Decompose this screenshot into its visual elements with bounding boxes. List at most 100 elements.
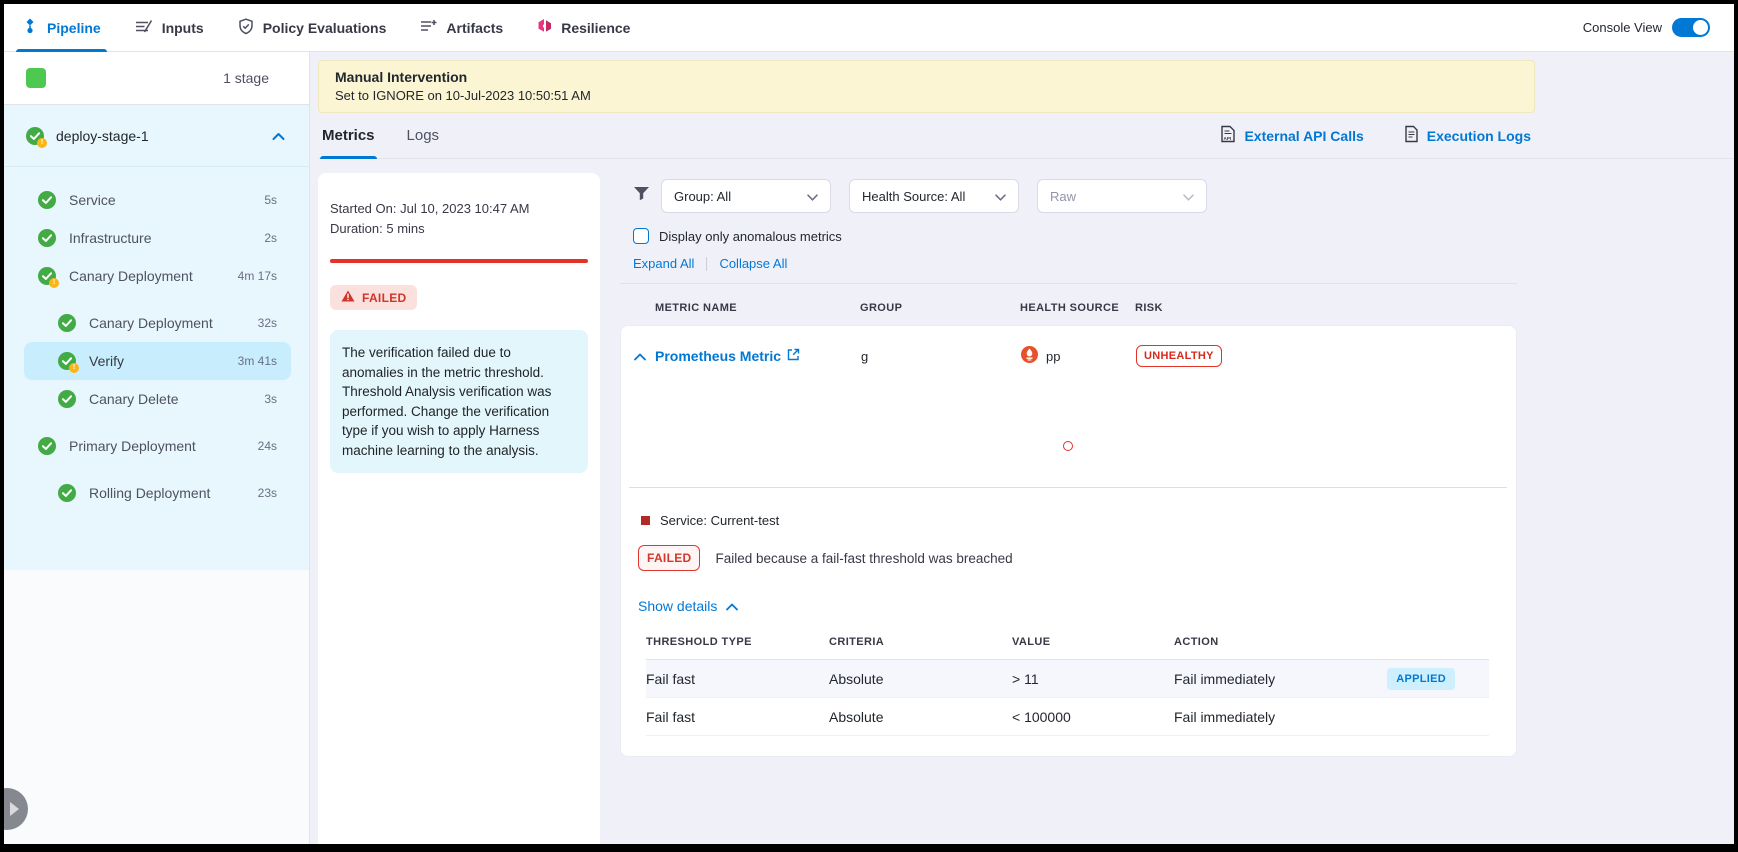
group-filter-dropdown[interactable]: Group: All (661, 179, 831, 213)
legend-label: Service: Current-test (660, 513, 779, 528)
step-list-item[interactable]: ! Infrastructure 2s (24, 219, 291, 257)
step-duration: 5s (264, 193, 291, 207)
console-view-label: Console View (1583, 20, 1662, 35)
stage-header[interactable]: ! deploy-stage-1 (4, 105, 309, 167)
chevron-down-icon (1183, 189, 1194, 204)
anomalous-filter-row: Display only anomalous metrics (620, 228, 1535, 244)
anomalous-metrics-checkbox[interactable] (633, 228, 649, 244)
chart-legend: Service: Current-test (621, 513, 1516, 528)
chevron-down-icon (807, 189, 818, 204)
prometheus-icon (1021, 346, 1038, 366)
collapse-all-link[interactable]: Collapse All (719, 256, 787, 271)
threshold-table-header: THRESHOLD TYPE CRITERIA VALUE ACTION (646, 636, 1489, 660)
tab-pipeline[interactable]: Pipeline (22, 4, 101, 52)
col-health-source: HEALTH SOURCE (1020, 302, 1135, 314)
threshold-row: Fail fast Absolute > 11 Fail immediately… (646, 660, 1489, 698)
warning-dot-icon: ! (37, 138, 47, 148)
collapse-metric-chevron-up-icon[interactable] (634, 348, 646, 364)
external-link-icon (787, 348, 800, 364)
expand-all-link[interactable]: Expand All (633, 256, 694, 271)
legend-swatch (641, 516, 650, 525)
step-list-item[interactable]: ! Canary Deployment 32s (24, 304, 291, 342)
metrics-table-header: METRIC NAME GROUP HEALTH SOURCE RISK (620, 284, 1535, 325)
health-source-filter-dropdown[interactable]: Health Source: All (849, 179, 1019, 213)
external-api-calls-link[interactable]: API External API Calls (1220, 125, 1363, 146)
step-list-item[interactable]: ! Rolling Deployment 23s (24, 474, 291, 512)
verification-failure-message: The verification failed due to anomalies… (330, 330, 588, 473)
step-list: ! Service 5s ! Infrastructure 2s ! Canar… (4, 167, 309, 512)
divider (706, 257, 707, 271)
expand-collapse-row: Expand All Collapse All (620, 256, 1517, 284)
main-content: Manual Intervention Set to IGNORE on 10-… (310, 52, 1734, 844)
step-label: Primary Deployment (69, 438, 196, 454)
execution-logs-link[interactable]: Execution Logs (1404, 125, 1531, 146)
tab-artifacts[interactable]: Artifacts (420, 4, 503, 52)
step-list-item[interactable]: ! Verify 3m 41s (24, 342, 291, 380)
duration: Duration: 5 mins (330, 219, 588, 239)
manual-intervention-banner: Manual Intervention Set to IGNORE on 10-… (318, 60, 1535, 113)
col-value: VALUE (1012, 636, 1174, 648)
metric-card: Prometheus Metric g pp UNHEALTHY (620, 325, 1517, 757)
failure-reason-text: Failed because a fail-fast threshold was… (715, 551, 1012, 566)
inputs-icon (135, 19, 153, 37)
step-list-item[interactable]: ! Canary Deployment 4m 17s (24, 257, 291, 295)
chevron-down-icon (995, 189, 1006, 204)
step-status-success-icon: ! (58, 352, 76, 370)
tab-label: Policy Evaluations (263, 20, 387, 36)
risk-badge-unhealthy: UNHEALTHY (1136, 345, 1222, 367)
stage-name: deploy-stage-1 (56, 128, 149, 144)
step-list-item[interactable]: ! Canary Delete 3s (24, 380, 291, 418)
tab-policy-evaluations[interactable]: Policy Evaluations (238, 4, 387, 52)
threshold-row: Fail fast Absolute < 100000 Fail immedia… (646, 698, 1489, 736)
step-status-success-icon: ! (38, 229, 56, 247)
top-navigation: Pipeline Inputs Policy Evaluations Artif… (4, 4, 1734, 52)
failed-outline-badge: FAILED (638, 545, 700, 571)
stage-status-square (26, 68, 46, 88)
anomalous-data-point[interactable] (1063, 441, 1073, 451)
step-list-item[interactable]: ! Primary Deployment 24s (24, 427, 291, 465)
chevron-up-icon[interactable] (272, 128, 285, 144)
applied-badge: APPLIED (1387, 668, 1455, 690)
console-view-toggle[interactable] (1672, 18, 1710, 37)
step-label: Canary Deployment (69, 268, 193, 284)
warning-triangle-icon (341, 290, 355, 305)
col-risk: RISK (1135, 302, 1535, 314)
filter-funnel-icon[interactable] (633, 186, 650, 206)
tab-label: Pipeline (47, 20, 101, 36)
step-list-item[interactable]: ! Service 5s (24, 181, 291, 219)
health-source-value: pp (1046, 349, 1060, 364)
step-duration: 23s (258, 486, 291, 500)
tab-metrics[interactable]: Metrics (320, 113, 377, 158)
banner-title: Manual Intervention (335, 69, 1518, 85)
document-icon (1404, 125, 1419, 146)
verification-summary-card: Started On: Jul 10, 2023 10:47 AM Durati… (318, 173, 600, 844)
step-duration: 3m 41s (238, 354, 291, 368)
anomalous-checkbox-label: Display only anomalous metrics (659, 229, 842, 244)
app-window: Pipeline Inputs Policy Evaluations Artif… (4, 4, 1734, 844)
tab-resilience[interactable]: Resilience (537, 4, 630, 52)
step-duration: 32s (258, 316, 291, 330)
metric-name-link[interactable]: Prometheus Metric (655, 348, 800, 364)
step-duration: 24s (258, 439, 291, 453)
raw-data-dropdown[interactable]: Raw (1037, 179, 1207, 213)
tab-logs[interactable]: Logs (405, 113, 442, 158)
threshold-details-table: THRESHOLD TYPE CRITERIA VALUE ACTION Fai… (646, 636, 1489, 736)
resilience-icon (537, 18, 552, 37)
tab-inputs[interactable]: Inputs (135, 4, 204, 52)
show-details-link[interactable]: Show details (621, 598, 1516, 614)
col-criteria: CRITERIA (829, 636, 1012, 648)
toggle-knob (1693, 20, 1708, 35)
col-group: GROUP (860, 302, 1020, 314)
tab-label: Resilience (561, 20, 630, 36)
step-label: Verify (89, 353, 124, 369)
col-metric-name: METRIC NAME (655, 302, 860, 314)
tab-label: Artifacts (446, 20, 503, 36)
step-status-success-icon: ! (38, 267, 56, 285)
step-label: Service (69, 192, 116, 208)
shield-check-icon (238, 18, 254, 38)
col-action: ACTION (1174, 636, 1489, 648)
metric-chart (629, 391, 1507, 488)
started-on: Started On: Jul 10, 2023 10:47 AM (330, 199, 588, 219)
step-status-success-icon: ! (58, 314, 76, 332)
metric-group-value: g (861, 349, 1021, 364)
